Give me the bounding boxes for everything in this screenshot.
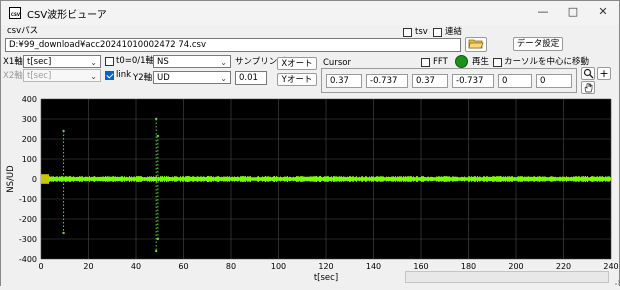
x-tick-label: 20 (83, 262, 93, 271)
hand-pan-icon (584, 83, 592, 93)
play-button[interactable] (455, 55, 468, 68)
x1-axis-select[interactable]: t[sec] ⌄ (23, 55, 101, 68)
cursor-values-panel: 0.37 -0.737 0.37 -0.737 0 0 (321, 68, 577, 93)
x1-axis-value: t[sec] (27, 57, 52, 67)
x-tick-label: 220 (556, 262, 571, 271)
y-tick-label: -300 (19, 235, 37, 244)
y1-axis-select[interactable]: NS ⌄ (153, 55, 231, 68)
csv-path-label: csvパス (7, 26, 39, 36)
chevron-down-icon: ⌄ (220, 74, 227, 83)
browse-button[interactable] (465, 37, 487, 52)
series-spike-max-point (154, 117, 158, 121)
series-baseline (41, 177, 611, 181)
minimize-icon[interactable]: — (535, 5, 551, 19)
y2-axis-select[interactable]: UD ⌄ (153, 71, 231, 84)
cursor-dx-value: 0 (498, 74, 532, 88)
resize-grip-icon[interactable] (613, 261, 620, 287)
y-tick-label: 100 (22, 155, 37, 164)
cursor-y1-value: -0.737 (366, 74, 408, 88)
x-auto-button[interactable]: Xオート (277, 57, 317, 70)
series-spike-max-point (62, 129, 65, 133)
t0-checkbox[interactable] (105, 57, 114, 66)
x-tick-label: 0 (38, 262, 43, 271)
chevron-down-icon: ⌄ (90, 72, 97, 81)
y-tick-label: 300 (22, 115, 37, 124)
chevron-down-icon: ⌄ (220, 58, 227, 67)
y-axis-label: NS/UD (6, 165, 16, 193)
link-checkbox[interactable] (105, 71, 114, 80)
status-bar (405, 271, 609, 283)
app-window: CSV CSV波形ビューア — □ ✕ csvパス tsv 連結 D:¥99_d… (0, 0, 620, 287)
csv-path-input[interactable]: D:¥99_download¥acc20241010002472 74.csv (5, 38, 461, 52)
data-settings-button[interactable]: データ設定 (513, 37, 563, 51)
waveform-plot[interactable]: 0 20 40 60 80 100 120 140 160 180 200 220 240 400 300 2… (1, 95, 619, 287)
series-spike-min-point (154, 249, 158, 253)
y-tick-label: -100 (19, 195, 37, 204)
cursor-y2-value: -0.737 (452, 74, 494, 88)
zoom-button[interactable] (581, 67, 595, 80)
app-icon: CSV (9, 7, 21, 19)
x2-axis-label: X2軸 (3, 71, 23, 81)
y2-axis-label: Y2軸 (133, 73, 153, 83)
y-tick-label: -400 (19, 255, 37, 264)
x-tick-label: 120 (318, 262, 333, 271)
series-spike-min-point (156, 237, 160, 241)
close-icon[interactable]: ✕ (595, 5, 611, 19)
y-auto-button[interactable]: Yオート (277, 73, 317, 86)
y-tick-label: 0 (32, 175, 37, 184)
y-tick-label: 400 (22, 95, 37, 104)
title-bar: CSV CSV波形ビューア — □ ✕ (1, 1, 619, 25)
sampling-input[interactable]: 0.01 (235, 71, 267, 85)
concat-checkbox[interactable] (433, 28, 442, 37)
y1-axis-value: NS (157, 57, 169, 67)
waveform-chart[interactable]: 0 20 40 60 80 100 120 140 160 180 200 220 2404003002… (1, 95, 619, 287)
fft-label: FFT (433, 57, 448, 67)
x-tick-label: 80 (226, 262, 236, 271)
series-spike-min-point (62, 231, 65, 235)
x2-axis-select[interactable]: t[sec] ⌄ (23, 69, 101, 82)
folder-open-icon (468, 39, 484, 49)
y-tick-label: -200 (19, 215, 37, 224)
x-tick-label: 100 (271, 262, 286, 271)
add-cursor-button[interactable]: + (597, 67, 611, 80)
x-tick-label: 200 (508, 262, 523, 271)
zoom-icon (583, 68, 593, 79)
tsv-checkbox[interactable] (403, 28, 412, 37)
chevron-down-icon: ⌄ (90, 58, 97, 67)
x-tick-label: 60 (178, 262, 188, 271)
fft-checkbox[interactable] (421, 58, 430, 67)
play-label: 再生 (472, 57, 490, 67)
pan-button[interactable] (581, 81, 595, 94)
x-tick-label: 160 (413, 262, 428, 271)
cursor-dy-value: 0 (536, 74, 572, 88)
series-start-marker (41, 174, 49, 184)
x-tick-label: 180 (461, 262, 476, 271)
window-title: CSV波形ビューア (27, 10, 107, 21)
x-tick-label: 140 (366, 262, 381, 271)
tsv-label: tsv (415, 27, 428, 37)
concat-label: 連結 (445, 27, 463, 37)
maximize-icon[interactable]: □ (565, 5, 581, 19)
x-tick-label: 40 (131, 262, 141, 271)
series-spike-max-point (156, 134, 160, 138)
y-tick-label: 200 (22, 135, 37, 144)
t0-label: t0=0/1軸 (116, 56, 155, 66)
x2-axis-value: t[sec] (27, 71, 52, 81)
y2-axis-value: UD (157, 73, 170, 83)
cursor-x2-value: 0.37 (412, 74, 448, 88)
x-axis-label: t[sec] (314, 273, 338, 283)
link-label: link (116, 70, 132, 80)
x1-axis-label: X1軸 (3, 57, 23, 67)
center-cursor-label: カーソルを中心に移動 (504, 57, 590, 67)
cursor-x1-value: 0.37 (326, 74, 362, 88)
center-cursor-checkbox[interactable] (493, 58, 502, 67)
